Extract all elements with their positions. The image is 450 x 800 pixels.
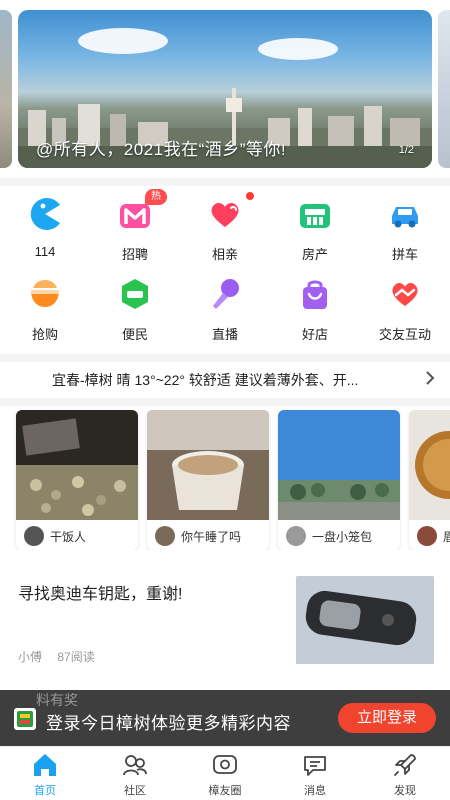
cloud-shape [258,38,338,60]
service-label: 好店 [301,327,328,342]
avatar[interactable] [286,526,306,546]
car-key-image [296,576,434,664]
card-image [147,410,269,520]
service-social[interactable]: 交友互动 [360,266,450,344]
shopping-bag-icon [303,280,327,309]
post-card-row: 干饭人 你午睡了吗 一盘小笼包 眉 [0,410,450,550]
service-recruit[interactable]: 热 招聘 [90,186,180,264]
notification-dot [246,192,254,200]
service-carpool[interactable]: 拼车 [360,186,450,264]
card-author: 你午睡了吗 [181,530,242,544]
moments-icon [213,755,237,774]
service-label: 房产 [301,247,328,262]
tab-home[interactable]: 首页 [0,747,90,800]
login-button[interactable]: 立即登录 [338,703,436,733]
tab-label: 社区 [124,785,146,797]
car-icon [392,207,418,228]
service-grid: 114 热 招聘 相亲 房产 拼车 抢购 便民 直播 好店 交友互动 [0,186,450,351]
bowl-icon [31,280,59,307]
article-meta: 小傅 87阅读 [18,648,107,665]
service-label: 便民 [121,327,148,342]
service-label: 114 [34,244,56,259]
hearts-icon [211,203,239,227]
section-divider [0,398,450,406]
post-card[interactable]: 干饭人 [16,410,138,550]
microphone-icon [213,279,239,309]
tab-label: 发现 [394,785,416,797]
banner-caption: @所有人，2021我在“酒乡”等你! [36,140,287,159]
service-114[interactable]: 114 [0,186,90,264]
card-author: 一盘小笼包 [312,530,373,544]
service-flash-sale[interactable]: 抢购 [0,266,90,344]
login-prompt-bar[interactable]: 料有奖 登录今日樟树体验更多精彩内容 立即登录 [0,690,450,746]
banner-carousel[interactable]: @所有人，2021我在“酒乡”等你! 1/2 [0,0,450,178]
card-image [278,410,400,520]
service-label: 直播 [211,327,238,342]
card-image [16,410,138,520]
service-dating[interactable]: 相亲 [180,186,270,264]
service-live[interactable]: 直播 [180,266,270,344]
tab-community[interactable]: 社区 [90,747,180,800]
avatar[interactable] [155,526,175,546]
pacman-icon [30,198,60,230]
post-card[interactable]: 你午睡了吗 [147,410,269,550]
home-icon [34,754,56,776]
service-good-shops[interactable]: 好店 [270,266,360,344]
login-prompt-text: 登录今日樟树体验更多精彩内容 [46,714,291,733]
section-divider [0,354,450,362]
article-item[interactable]: 寻找奥迪车钥匙，重谢! 小傅 87阅读 [0,566,450,676]
service-label: 相亲 [211,247,238,262]
cloud-shape [78,28,168,54]
section-divider [0,178,450,186]
article-thumbnail [296,576,434,664]
article-title: 寻找奥迪车钥匙，重谢! [18,586,183,603]
article-author: 小傅 [18,650,43,664]
tab-discover[interactable]: 发现 [360,747,450,800]
service-convenience[interactable]: 便民 [90,266,180,344]
card-author: 干饭人 [50,530,87,544]
post-card[interactable]: 眉 [409,410,450,550]
weather-bar[interactable]: 宜春-樟树 晴 13°~22° 较舒适 建议着薄外套、开... [0,362,450,396]
convenience-icon [122,279,148,309]
article-reads: 87阅读 [57,650,95,664]
card-image [409,410,450,520]
tab-label: 首页 [34,785,56,797]
tab-moments[interactable]: 樟友圈 [180,747,270,800]
card-author: 眉 [443,530,450,544]
banner-page-counter: 1/2 [398,144,414,156]
chevron-right-icon [426,371,435,385]
hot-badge: 热 [145,189,167,205]
handshake-heart-icon [392,283,418,306]
message-icon [304,756,326,776]
banner-slide[interactable]: @所有人，2021我在“酒乡”等你! 1/2 [18,10,432,168]
login-peek-text: 料有奖 [36,692,78,708]
avatar[interactable] [24,526,44,546]
previous-banner-peek[interactable] [0,10,12,168]
house-icon [300,204,330,228]
service-label: 抢购 [31,327,58,342]
service-label: 交友互动 [378,327,431,342]
avatar[interactable] [417,526,437,546]
tab-messages[interactable]: 消息 [270,747,360,800]
rocket-icon [394,754,416,776]
post-card[interactable]: 一盘小笼包 [278,410,400,550]
service-real-estate[interactable]: 房产 [270,186,360,264]
next-banner-peek[interactable] [438,10,450,168]
app-logo-icon [14,708,36,730]
weather-text: 宜春-樟树 晴 13°~22° 较舒适 建议着薄外套、开... [52,372,359,388]
tab-label: 消息 [304,785,326,797]
service-label: 招聘 [121,247,148,262]
service-label: 拼车 [391,247,418,262]
bottom-tab-bar: 首页 社区 樟友圈 消息 发现 [0,746,450,800]
tab-label: 樟友圈 [208,785,242,797]
community-icon [123,755,147,776]
